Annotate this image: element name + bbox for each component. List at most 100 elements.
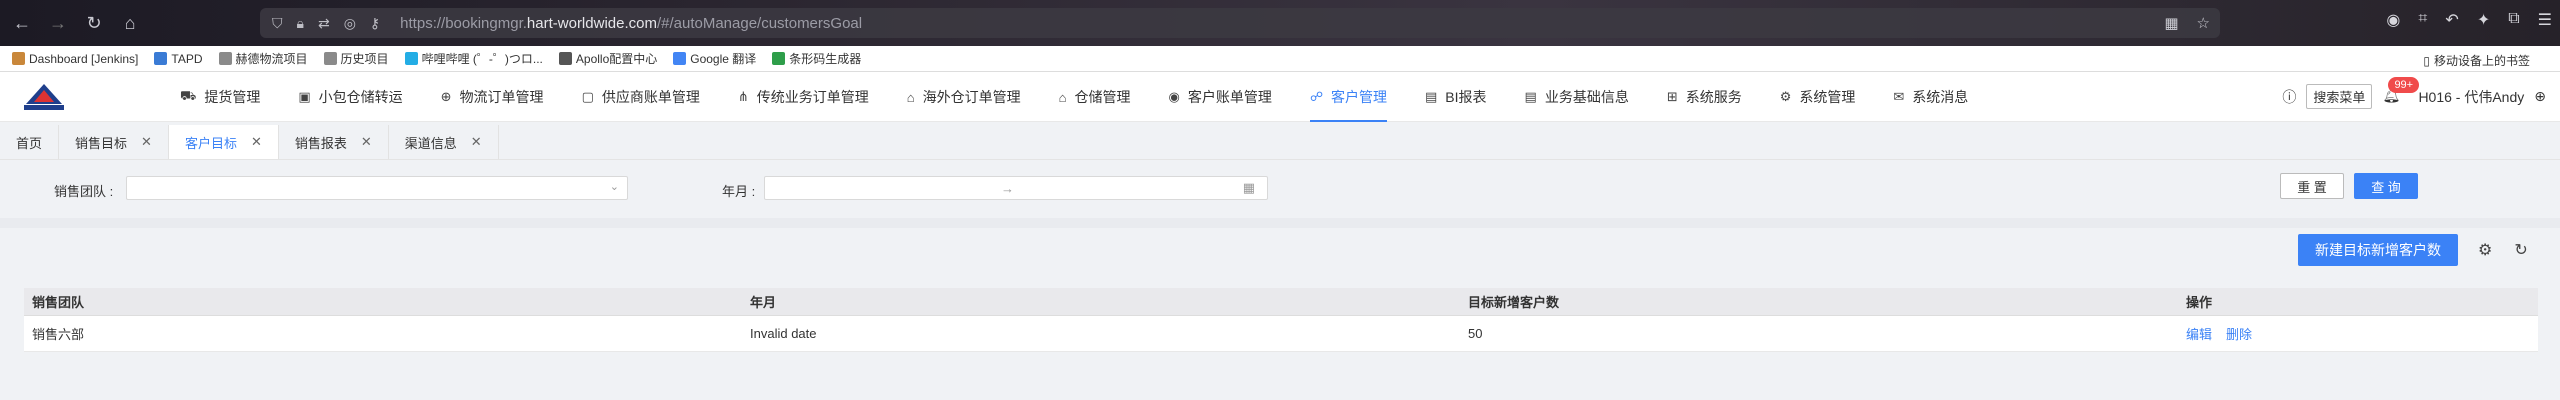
notification-icon[interactable]: 🔔︎ 99+ <box>2382 76 2420 107</box>
reset-button[interactable]: 重 置 <box>2280 173 2344 199</box>
address-bar[interactable]: ⛉ 🔒︎ ⇄ ◎ ⚷ https://bookingmgr.hart-world… <box>260 8 2220 38</box>
bookmark-label: Dashboard [Jenkins] <box>29 51 139 66</box>
target-cell: 50 <box>1468 326 1483 341</box>
bookmark-item[interactable]: 条形码生成器 <box>772 50 861 67</box>
page-tab[interactable]: 销售报表 ✕ <box>278 125 389 159</box>
bookmark-item[interactable]: 赫德物流项目 <box>218 50 308 67</box>
menu-item[interactable]: ⋔ 传统业务订单管理 <box>738 72 869 122</box>
page-tab[interactable]: 首页 <box>0 125 60 159</box>
team-cell: 销售六部 <box>32 327 85 342</box>
notification-badge: 99+ <box>2388 76 2420 93</box>
main-menu: ⛟ 提货管理 ▣ 小包仓储转运 ⊕ 物流订单管理 ▢ 供应商账单管理 ⋔ 传统业务订单管理 ⌂ 海外仓… <box>180 72 2006 122</box>
page-tab[interactable]: 渠道信息 ✕ <box>388 125 499 159</box>
company-logo[interactable] <box>22 82 66 112</box>
menu-item[interactable]: ⌂ 海外仓订单管理 <box>907 72 1021 122</box>
customer-goal-table: 销售团队 年月 目标新增客户数 操作 销售六部 Invalid date 50 … <box>24 288 2538 352</box>
edit-link[interactable]: 编辑 <box>2186 324 2212 343</box>
star-icon[interactable]: ☆ <box>2197 14 2210 32</box>
url-text[interactable]: https://bookingmgr.hart-worldwide.com/#/… <box>400 15 862 32</box>
home-icon[interactable]: ⌂ <box>116 9 144 37</box>
menu-item-label: 仓储管理 <box>1074 89 1131 105</box>
menu-item[interactable]: ▤ BI报表 <box>1425 72 1487 122</box>
column-header: 销售团队 <box>32 295 85 310</box>
close-icon[interactable]: ✕ <box>251 134 262 150</box>
table-row: 销售六部 Invalid date 50 编辑 删除 <box>24 316 2538 352</box>
menu-item-label: 提货管理 <box>204 89 261 105</box>
menu-item[interactable]: ⊞ 系统服务 <box>1667 72 1742 122</box>
tab-label: 销售报表 <box>294 135 347 151</box>
bookmarks-bar: Dashboard [Jenkins] TAPD 赫德物流项目 历史项目 哔哩哔哩 (゜… <box>0 46 2560 72</box>
menu-item-label: 客户账单管理 <box>1187 89 1272 105</box>
menu-item[interactable]: ⛟ 提货管理 <box>180 72 260 122</box>
query-button[interactable]: 查 询 <box>2354 173 2418 199</box>
page-tab[interactable]: 客户目标 ✕ <box>168 125 279 159</box>
menu-item-label: 小包仓储转运 <box>318 89 403 105</box>
menu-item[interactable]: ⌂ 仓储管理 <box>1059 72 1131 122</box>
menu-item[interactable]: ◉ 客户账单管理 <box>1168 72 1271 122</box>
bookmark-icon <box>218 52 232 65</box>
settings-icon[interactable]: ⚙ <box>2478 240 2492 260</box>
month-range-picker[interactable]: → ▦ <box>764 176 1268 200</box>
bookmark-item[interactable]: Dashboard [Jenkins] <box>12 52 138 66</box>
crop-icon[interactable]: ⌗ <box>2418 10 2427 30</box>
search-menu-button[interactable]: 搜索菜单 <box>2306 84 2373 109</box>
menu-item-label: 系统管理 <box>1799 89 1856 105</box>
document-icon: ▤ <box>1524 89 1537 104</box>
puzzle-icon[interactable]: ⧉ <box>2508 10 2519 30</box>
menu-item[interactable]: ▢ 供应商账单管理 <box>582 72 700 122</box>
extension-icon[interactable]: ✦ <box>2477 10 2490 30</box>
bookmark-item[interactable]: Google 翻译 <box>673 50 756 67</box>
grid-icon: ⊞ <box>1666 89 1678 104</box>
bookmark-item[interactable]: TAPD <box>154 52 203 66</box>
menu-item-label: BI报表 <box>1445 89 1487 105</box>
tab-label: 渠道信息 <box>404 135 457 151</box>
menu-item[interactable]: ▣ 小包仓储转运 <box>298 72 402 122</box>
menu-item[interactable]: ⊕ 物流订单管理 <box>441 72 544 122</box>
close-icon[interactable]: ✕ <box>141 134 152 150</box>
menu-icon[interactable]: ☰ <box>2538 10 2552 30</box>
new-target-button[interactable]: 新建目标新增客户数 <box>2298 234 2458 266</box>
language-icon[interactable]: ⊕ <box>2534 88 2546 105</box>
menu-item[interactable]: ⚙ 系统管理 <box>1780 72 1856 122</box>
close-icon[interactable]: ✕ <box>361 134 372 150</box>
shield-icon: ⛉ <box>272 14 283 31</box>
help-icon[interactable]: ⓘ <box>2282 87 2296 107</box>
lock-icon: 🔒︎ <box>296 14 304 31</box>
bookmark-label: 赫德物流项目 <box>235 52 308 66</box>
bookmark-item[interactable]: Apollo配置中心 <box>558 50 657 67</box>
team-select[interactable]: ⌄ <box>126 176 628 200</box>
permissions-icon: ⇄ <box>317 14 330 31</box>
bookmark-item[interactable]: 历史项目 <box>323 50 389 67</box>
tab-label: 客户目标 <box>184 135 237 151</box>
bookmark-item[interactable]: 哔哩哔哩 (゜-゜)つロ... <box>404 50 543 67</box>
account-icon[interactable]: ◉ <box>2386 10 2400 30</box>
undo-icon[interactable]: ↶ <box>2445 10 2458 30</box>
menu-item[interactable]: ☍ 客户管理 <box>1309 72 1388 122</box>
delete-link[interactable]: 删除 <box>2226 324 2252 343</box>
back-icon[interactable]: ← <box>8 9 36 37</box>
menu-item-label: 供应商账单管理 <box>601 89 700 105</box>
users-icon: ☍ <box>1309 89 1323 104</box>
menu-item-label: 传统业务订单管理 <box>756 89 869 105</box>
bookmark-label: 哔哩哔哩 (゜-゜)つロ... <box>421 52 543 66</box>
mail-icon: ✉ <box>1893 89 1905 104</box>
menu-item[interactable]: ✉ 系统消息 <box>1893 72 1968 122</box>
menu-item-label: 物流订单管理 <box>459 89 544 105</box>
reload-icon[interactable]: ↻ <box>80 9 108 37</box>
qr-code-icon[interactable]: ▦ <box>2164 14 2178 32</box>
section-divider <box>0 218 2560 228</box>
package-icon: ▣ <box>298 89 311 104</box>
menu-item[interactable]: ▤ 业务基础信息 <box>1525 72 1629 122</box>
close-icon[interactable]: ✕ <box>471 134 482 150</box>
page-tabs: 首页 销售目标 ✕ 客户目标 ✕ 销售报表 ✕ 渠道信息 ✕ <box>0 122 2560 160</box>
truck-icon: ⛟ <box>180 88 197 103</box>
menu-item-label: 系统服务 <box>1685 89 1742 105</box>
mobile-bookmarks-label: 移动设备上的书签 <box>2433 54 2530 68</box>
user-name[interactable]: H016 - 代伟Andy <box>2418 87 2524 107</box>
bookmark-icon <box>673 52 687 65</box>
mobile-bookmarks[interactable]: ▯ 移动设备上的书签 <box>2423 52 2530 69</box>
forward-icon[interactable]: → <box>44 9 72 37</box>
page-tab[interactable]: 销售目标 ✕ <box>59 125 169 159</box>
warehouse-icon: ⌂ <box>1058 89 1067 105</box>
refresh-icon[interactable]: ↻ <box>2514 240 2527 260</box>
